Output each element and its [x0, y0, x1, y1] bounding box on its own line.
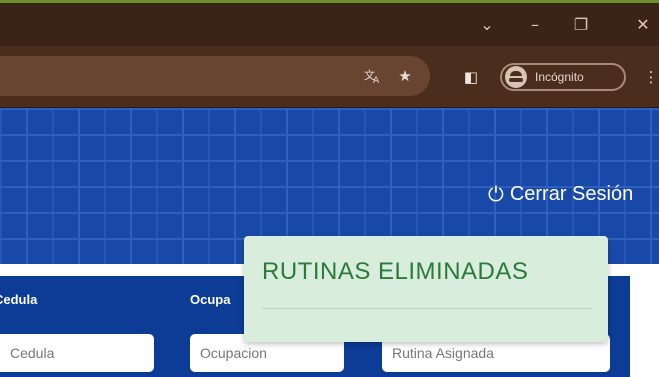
- translate-icon[interactable]: 文 A: [362, 66, 384, 86]
- browser-titlebar: ⌄ – ❐ ✕: [0, 0, 659, 46]
- logout-label: Cerrar Sesión: [509, 182, 634, 205]
- success-toast: RUTINAS ELIMINADAS: [244, 236, 608, 342]
- power-icon: ⏻: [488, 182, 504, 206]
- close-button[interactable]: ✕: [628, 9, 658, 39]
- bookmark-star-icon[interactable]: ★: [394, 66, 416, 86]
- incognito-icon: [505, 66, 527, 88]
- rutina-placeholder: Rutina Asignada: [392, 345, 494, 361]
- incognito-label: Incógnito: [535, 70, 584, 84]
- cedula-placeholder: Cedula: [10, 345, 55, 361]
- svg-text:A: A: [373, 76, 380, 84]
- minimize-button[interactable]: –: [520, 9, 550, 39]
- logout-button[interactable]: ⏻ Cerrar Sesión: [488, 182, 633, 206]
- column-label-ocupacion: Ocupa: [190, 292, 231, 307]
- tab-search-chevron-icon[interactable]: ⌄: [472, 9, 502, 39]
- cedula-input[interactable]: Cedula: [0, 334, 154, 372]
- ocupacion-placeholder: Ocupacion: [200, 345, 267, 361]
- browser-toolbar: 文 A ★ ◧ Incógnito ⋮: [0, 46, 659, 108]
- toast-title: RUTINAS ELIMINADAS: [262, 258, 529, 285]
- address-bar[interactable]: 文 A ★: [0, 56, 430, 96]
- incognito-indicator[interactable]: Incógnito: [500, 63, 626, 91]
- browser-menu-icon[interactable]: ⋮: [644, 66, 659, 88]
- side-panel-icon[interactable]: ◧: [460, 66, 482, 88]
- restore-button[interactable]: ❐: [566, 9, 596, 39]
- column-label-cedula: Cedula: [0, 292, 38, 307]
- toast-divider: [262, 308, 592, 309]
